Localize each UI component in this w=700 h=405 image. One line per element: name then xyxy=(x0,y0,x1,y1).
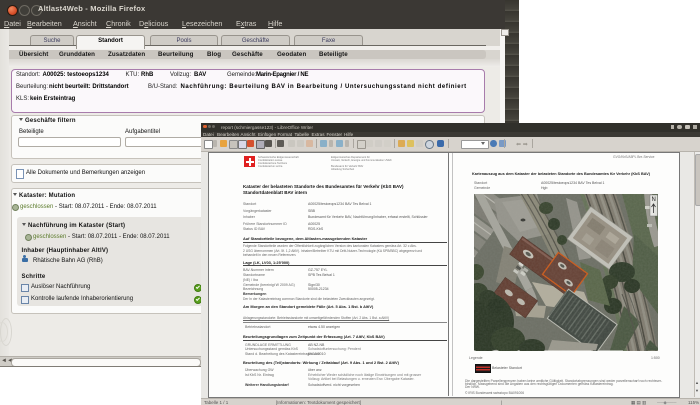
svg-text:N: N xyxy=(652,197,656,203)
